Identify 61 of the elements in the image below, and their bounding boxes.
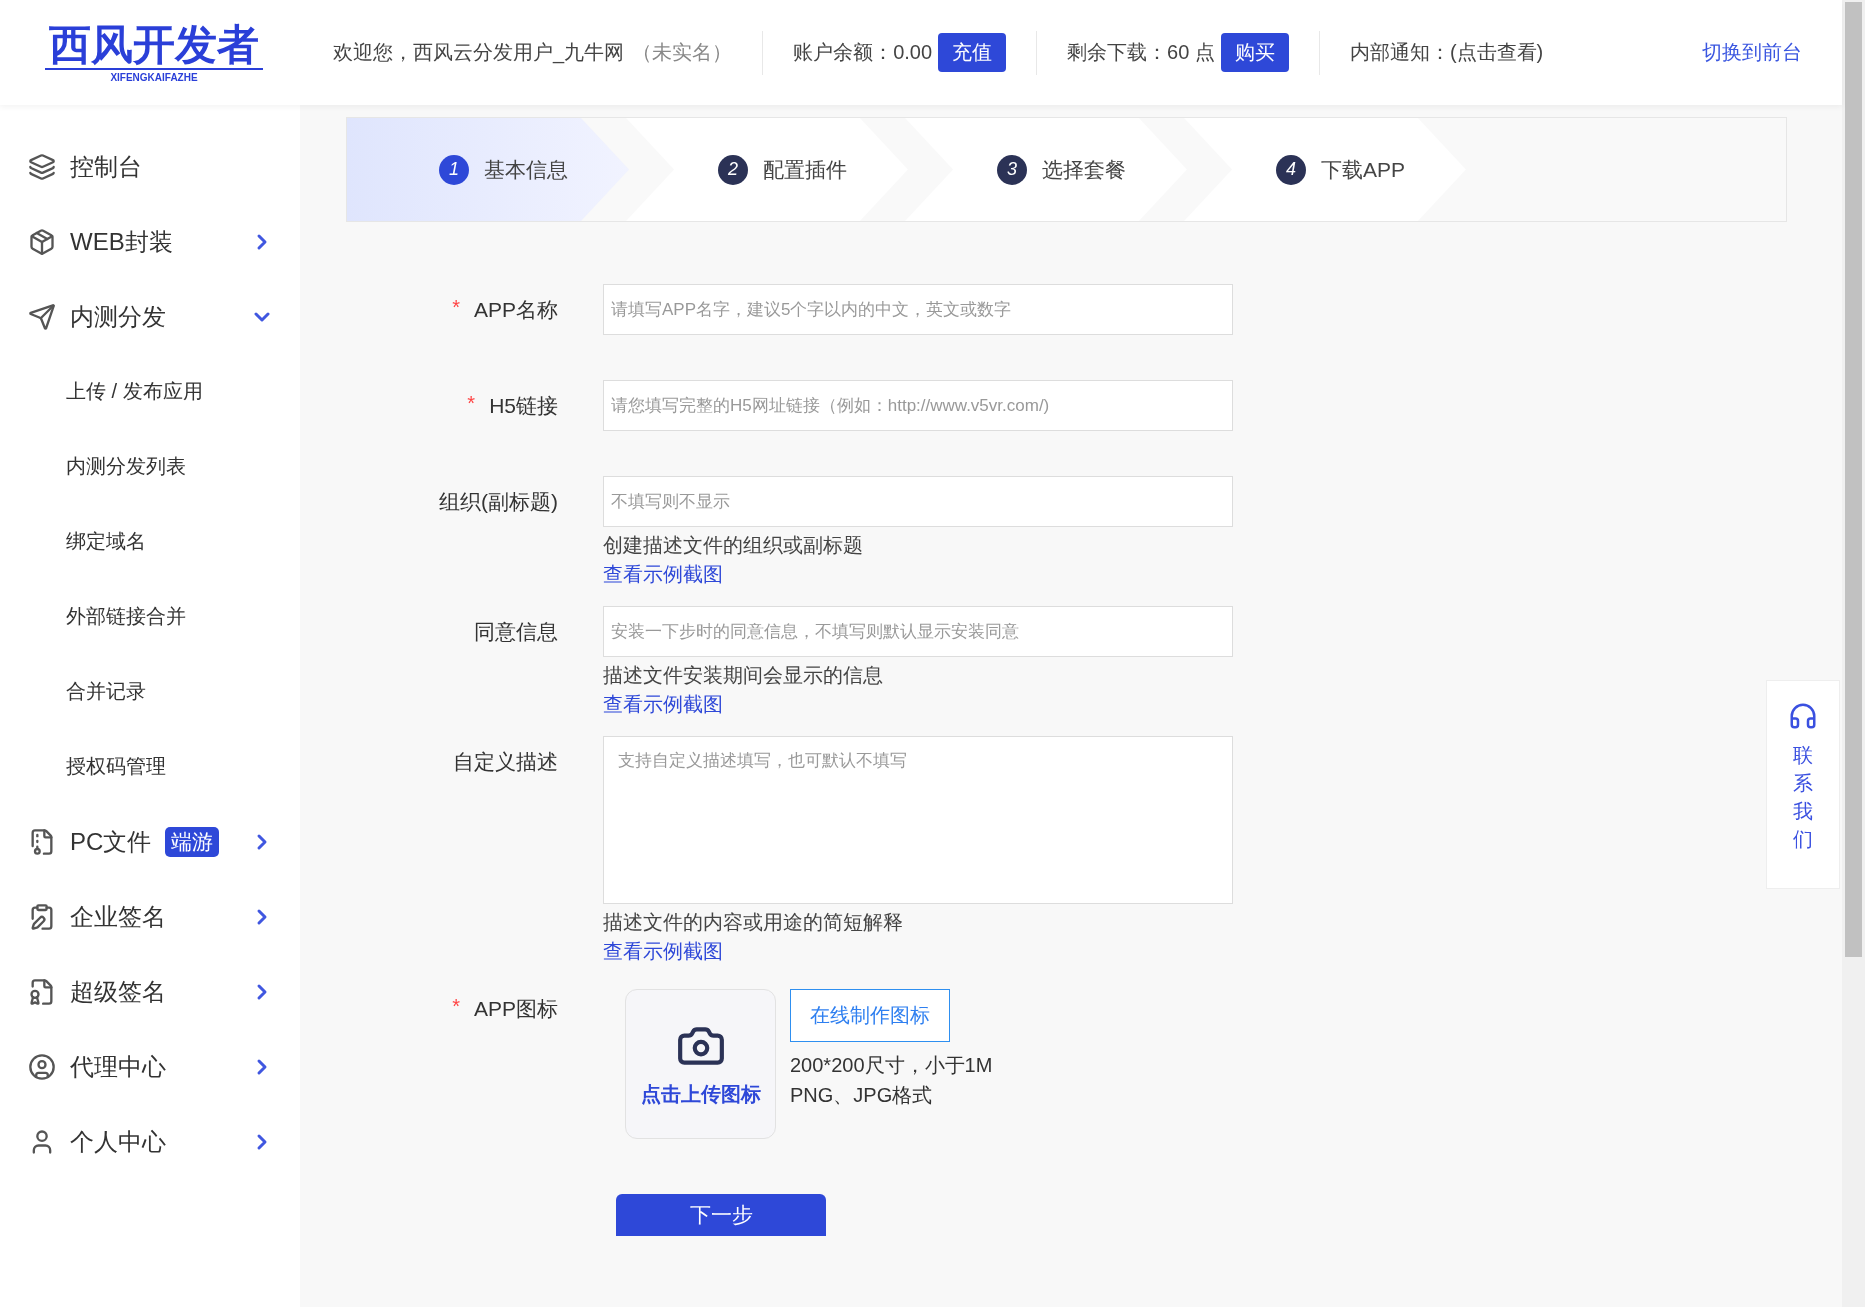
required-mark: * — [467, 392, 476, 416]
upload-note: PNG、JPG格式 — [790, 1083, 934, 1108]
logo[interactable]: 西风开发者 XIFENGKAIFAZHE — [45, 21, 263, 84]
notice-link[interactable]: 内部通知：(点击查看) — [1349, 39, 1544, 66]
field-label: 同意信息 — [474, 619, 558, 645]
sidebar-item[interactable]: 超级签名 — [0, 954, 300, 1029]
next-button[interactable]: 下一步 — [616, 1194, 826, 1236]
layers-icon — [28, 152, 56, 181]
sidebar-item[interactable]: 内测分发 — [0, 279, 300, 354]
downloads-text: 剩余下载：60 点 — [1067, 40, 1215, 65]
sidebar-subitem[interactable]: 上传 / 发布应用 — [0, 354, 300, 429]
field-label: H5链接 — [489, 393, 558, 419]
required-mark: * — [452, 995, 460, 1019]
make-icon-button[interactable]: 在线制作图标 — [790, 989, 950, 1042]
certificate-file-icon — [28, 977, 56, 1006]
sidebar-subitem[interactable]: 绑定域名 — [0, 504, 300, 579]
text-field[interactable]: 安装一下步时的同意信息，不填写则默认显示安装同意 — [603, 606, 1233, 657]
text-area[interactable]: 支持自定义描述填写，也可默认不填写 — [603, 736, 1233, 904]
recharge-button[interactable]: 充值 — [938, 33, 1007, 72]
field-hint: 描述文件安装期间会显示的信息 — [603, 663, 884, 688]
verification-status: （未实名） — [632, 40, 733, 65]
example-link[interactable]: 查看示例截图 — [603, 561, 1233, 588]
field-hint: 描述文件的内容或用途的简短解释 — [603, 910, 904, 935]
step[interactable]: 3 选择套餐 — [905, 118, 1187, 221]
balance-text: 账户余额：0.00 — [793, 40, 933, 65]
tag: 端游 — [165, 826, 220, 857]
example-link[interactable]: 查看示例截图 — [603, 938, 1233, 965]
sidebar-item[interactable]: PC文件 端游 — [0, 804, 300, 879]
sidebar-subitem[interactable]: 合并记录 — [0, 654, 300, 729]
sidebar-item[interactable]: 代理中心 — [0, 1029, 300, 1104]
required-mark: * — [452, 296, 460, 320]
sidebar-item[interactable]: 企业签名 — [0, 879, 300, 954]
step[interactable]: 4 下载APP — [1184, 118, 1466, 221]
sidebar-subitem[interactable]: 外部链接合并 — [0, 579, 300, 654]
field-label: 自定义描述 — [453, 749, 558, 775]
person-circle-icon — [28, 1052, 56, 1081]
switch-frontend-link[interactable]: 切换到前台 — [1702, 39, 1802, 66]
sidebar-subitem[interactable]: 授权码管理 — [0, 729, 300, 804]
paper-plane-icon — [28, 302, 56, 331]
sidebar-subitem[interactable]: 内测分发列表 — [0, 429, 300, 504]
contact-panel[interactable]: 联系我们 — [1766, 680, 1840, 889]
step[interactable]: 1 基本信息 — [347, 118, 629, 221]
text-field[interactable]: 请您填写完整的H5网址链接（例如：http://www.v5vr.com/) — [603, 380, 1233, 431]
step[interactable]: 2 配置插件 — [626, 118, 908, 221]
field-label: APP名称 — [473, 297, 558, 323]
upload-icon-button[interactable]: 点击上传图标 — [625, 989, 776, 1139]
sidebar-item[interactable]: 个人中心 — [0, 1104, 300, 1179]
box-icon — [28, 227, 56, 256]
field-label: APP图标 — [473, 996, 558, 1022]
text-field[interactable]: 不填写则不显示 — [603, 476, 1233, 527]
scrollbar[interactable] — [1842, 0, 1865, 1307]
text-field[interactable]: 请填写APP名字，建议5个字以内的中文，英文或数字 — [603, 284, 1233, 335]
example-link[interactable]: 查看示例截图 — [603, 691, 1233, 718]
sidebar-item[interactable]: 控制台 — [0, 129, 300, 204]
field-hint: 创建描述文件的组织或副标题 — [603, 533, 864, 558]
welcome-text: 欢迎您，西风云分发用户_九牛网 — [333, 40, 625, 66]
headset-icon — [1788, 701, 1818, 731]
sidebar-item[interactable]: WEB封装 — [0, 204, 300, 279]
buy-button[interactable]: 购买 — [1220, 33, 1289, 72]
field-label: 组织(副标题) — [439, 489, 558, 515]
upload-note: 200*200尺寸，小于1M — [790, 1053, 993, 1078]
